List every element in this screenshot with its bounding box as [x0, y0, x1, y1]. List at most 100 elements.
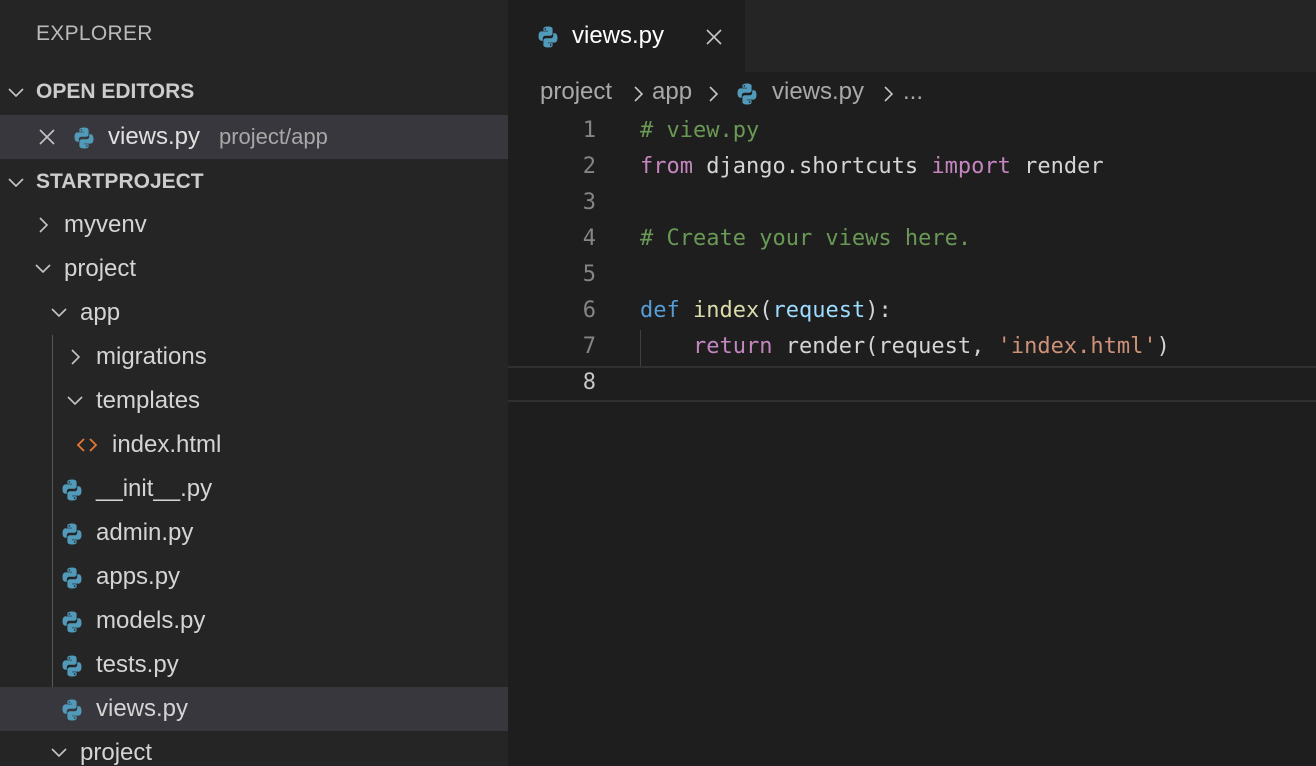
chevron-right-icon	[65, 347, 85, 367]
code-token: django.shortcuts	[692, 154, 932, 179]
tree-folder-project-inner[interactable]: project	[0, 731, 508, 766]
code-token: render	[1010, 154, 1104, 179]
project-section-header[interactable]: STARTPROJECT	[0, 162, 508, 202]
chevron-right-icon	[628, 84, 648, 104]
breadcrumb-item-app[interactable]: app	[652, 78, 692, 106]
code-token: def	[640, 298, 680, 323]
tree-item-label: myvenv	[64, 211, 147, 238]
tree-item-label: apps.py	[96, 563, 181, 590]
chevron-right-icon	[878, 84, 898, 104]
line-number: 2	[582, 154, 596, 179]
open-editor-path: project/app	[219, 124, 328, 149]
code-token: )	[1156, 334, 1170, 359]
python-icon	[60, 698, 84, 722]
tree-item-label: admin.py	[96, 519, 194, 546]
python-icon	[60, 522, 84, 546]
tree-file-admin-py[interactable]: admin.py	[0, 511, 508, 555]
tree-item-label: models.py	[96, 607, 206, 634]
code-line: 2 from django.shortcuts import render	[508, 150, 1316, 186]
code-token: index	[693, 298, 760, 323]
tree-item-label: __init__.py	[96, 475, 213, 502]
tree-item-label: tests.py	[96, 651, 179, 678]
tree-item-label: project	[80, 739, 153, 766]
python-icon	[60, 654, 84, 678]
open-editor-filename: views.py	[108, 123, 201, 150]
open-editor-item-views[interactable]: views.py project/app	[0, 115, 508, 159]
code-token: # view.py	[640, 118, 760, 143]
explorer-sidebar: EXPLORER OPEN EDITORS views.py project/a…	[0, 0, 508, 766]
code-line: 1 # view.py	[508, 114, 1316, 150]
breadcrumb-item-project[interactable]: project	[540, 78, 612, 106]
tree-item-label: migrations	[96, 343, 207, 370]
chevron-right-icon	[703, 84, 723, 104]
code-token: ):	[865, 298, 892, 323]
tab-views-py[interactable]: views.py	[508, 0, 745, 72]
chevron-right-icon	[33, 215, 53, 235]
code-token: # Create your views here.	[640, 226, 972, 251]
chevron-down-icon	[6, 173, 26, 193]
code-editor[interactable]: 1 # view.py 2 from django.shortcuts impo…	[508, 114, 1316, 766]
breadcrumb-item-symbol[interactable]: ...	[903, 78, 923, 106]
open-editors-header[interactable]: OPEN EDITORS	[0, 72, 508, 112]
line-content: # Create your views here.	[640, 226, 971, 251]
line-number: 4	[582, 226, 596, 251]
code-token: request	[772, 298, 866, 323]
code-token: 'index.html'	[997, 334, 1157, 359]
code-line: 6 def index(request):	[508, 294, 1316, 330]
code-token: return	[692, 334, 773, 359]
tree-item-label: index.html	[112, 431, 222, 458]
code-token: from	[640, 154, 693, 179]
tree-file-tests-py[interactable]: tests.py	[0, 643, 508, 687]
tree-item-label: templates	[96, 387, 201, 414]
tree-folder-project[interactable]: project	[0, 247, 508, 291]
tree-file-index-html[interactable]: index.html	[0, 423, 508, 467]
tree-folder-templates[interactable]: templates	[0, 379, 508, 423]
editor-tab-bar: views.py	[508, 0, 1316, 72]
chevron-down-icon	[65, 391, 85, 411]
tree-file-apps-py[interactable]: apps.py	[0, 555, 508, 599]
code-line: 7 return render(request, 'index.html')	[508, 330, 1316, 366]
explorer-title: EXPLORER	[36, 22, 153, 45]
chevron-down-icon	[6, 83, 26, 103]
code-line: 3	[508, 186, 1316, 222]
line-number: 6	[582, 298, 596, 323]
tree-item-label: app	[80, 299, 121, 326]
python-icon	[60, 610, 84, 634]
code-line: 4 # Create your views here.	[508, 222, 1316, 258]
chevron-down-icon	[33, 259, 53, 279]
breadcrumb-item-file[interactable]: views.py	[772, 78, 864, 106]
tree-file-models-py[interactable]: models.py	[0, 599, 508, 643]
line-number: 5	[582, 262, 596, 287]
python-icon	[536, 25, 560, 49]
python-icon	[72, 126, 96, 150]
line-content: return render(request, 'index.html')	[640, 334, 1170, 359]
code-token: render(request,	[772, 334, 998, 359]
close-icon[interactable]	[37, 127, 57, 147]
chevron-down-icon	[49, 303, 69, 323]
close-icon[interactable]	[704, 27, 724, 47]
project-section-label: STARTPROJECT	[36, 170, 204, 193]
code-token: import	[931, 154, 1011, 179]
line-number: 3	[582, 190, 596, 215]
tab-label: views.py	[572, 22, 665, 49]
tree-folder-myvenv[interactable]: myvenv	[0, 203, 508, 247]
tree-file-views-py[interactable]: views.py	[0, 687, 508, 731]
python-icon	[60, 566, 84, 590]
line-number: 8	[582, 370, 596, 395]
code-line-current: 8	[508, 366, 1316, 402]
code-token: (	[759, 298, 773, 323]
open-editors-label: OPEN EDITORS	[36, 80, 195, 103]
tree-file-init-py[interactable]: __init__.py	[0, 467, 508, 511]
python-icon	[735, 82, 759, 106]
python-icon	[60, 478, 84, 502]
line-content: # view.py	[640, 118, 759, 143]
tree-folder-migrations[interactable]: migrations	[0, 335, 508, 379]
line-content: def index(request):	[640, 298, 892, 323]
tree-folder-app[interactable]: app	[0, 291, 508, 335]
chevron-down-icon	[49, 743, 69, 763]
tree-item-label: views.py	[96, 695, 189, 722]
code-line: 5	[508, 258, 1316, 294]
tree-item-label: project	[64, 255, 137, 282]
